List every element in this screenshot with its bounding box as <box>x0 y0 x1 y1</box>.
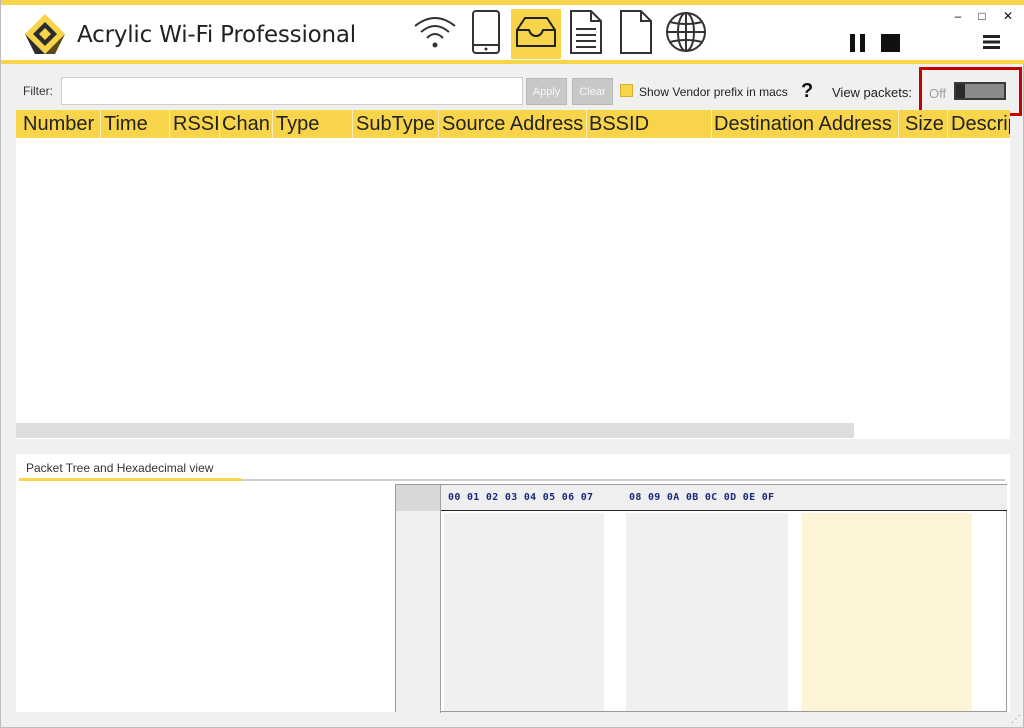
wifi-icon <box>411 12 459 57</box>
nav-wifi-networks[interactable] <box>410 9 460 59</box>
minimize-icon: – <box>954 9 962 23</box>
hex-header-bytes-8-f: 08 09 0A 0B 0C 0D 0E 0F <box>629 492 775 503</box>
highlight-box <box>919 67 1022 116</box>
close-icon: ✕ <box>1002 9 1014 23</box>
col-size[interactable]: Size <box>905 110 949 138</box>
app-title: Acrylic Wi-Fi Professional <box>77 22 356 48</box>
view-packets-label: View packets: <box>832 85 912 100</box>
clear-button[interactable]: Clear <box>572 78 613 105</box>
filter-input[interactable] <box>61 77 523 105</box>
document-lines-icon <box>569 9 603 60</box>
nav-report[interactable] <box>561 9 611 59</box>
nav-internet[interactable] <box>661 9 711 59</box>
accent-stripe-bottom <box>1 60 1024 64</box>
acrylic-logo-icon <box>23 12 67 56</box>
col-source-address[interactable]: Source Address <box>442 110 587 138</box>
nav-mobile[interactable] <box>461 9 511 59</box>
hamburger-menu-icon <box>983 35 1000 53</box>
table-header: Number Time RSSI Chan Type SubType Sourc… <box>16 110 1010 138</box>
pause-button[interactable] <box>849 34 867 52</box>
stop-button[interactable] <box>881 34 900 52</box>
vendor-prefix-label: Show Vendor prefix in macs <box>639 85 788 99</box>
col-rssi[interactable]: RSSI <box>173 110 219 138</box>
col-bssid[interactable]: BSSID <box>589 110 709 138</box>
hex-view[interactable]: 00 01 02 03 04 05 06 07 08 09 0A 0B 0C 0… <box>395 484 1007 713</box>
pause-icon <box>849 34 867 56</box>
filter-label: Filter: <box>23 84 53 98</box>
nav-document[interactable] <box>611 9 661 59</box>
col-subtype[interactable]: SubType <box>356 110 438 138</box>
tab-active-indicator <box>19 478 241 481</box>
stop-icon <box>881 34 900 56</box>
resize-grip-icon[interactable]: ⋰ <box>1011 714 1021 725</box>
packet-tree-view[interactable] <box>19 486 391 710</box>
maximize-button[interactable]: □ <box>973 8 991 24</box>
col-number[interactable]: Number <box>23 110 101 138</box>
close-button[interactable]: ✕ <box>999 8 1017 24</box>
inbox-tray-icon <box>515 16 557 53</box>
hex-offset-header <box>396 485 441 511</box>
col-type[interactable]: Type <box>276 110 352 138</box>
app-window: Acrylic Wi-Fi Professional – □ ✕ Filter:… <box>0 0 1024 728</box>
vendor-prefix-checkbox[interactable] <box>620 84 633 97</box>
menu-button[interactable] <box>983 35 1000 49</box>
col-time[interactable]: Time <box>104 110 168 138</box>
hex-bytes-block-2 <box>626 513 788 711</box>
hex-ascii-block <box>802 513 972 711</box>
packets-table-body <box>16 138 1010 439</box>
hex-bytes-block-1 <box>444 513 604 711</box>
globe-icon <box>665 11 707 58</box>
apply-button[interactable]: Apply <box>526 78 567 105</box>
phone-icon <box>471 9 501 60</box>
table-horizontal-scrollbar[interactable] <box>16 423 854 438</box>
minimize-button[interactable]: – <box>949 8 967 24</box>
col-description[interactable]: Descrip <box>951 110 1010 138</box>
nav-packets[interactable] <box>511 9 561 59</box>
help-icon[interactable]: ? <box>801 80 813 103</box>
maximize-icon: □ <box>978 9 986 23</box>
hex-header-bytes-0-7: 00 01 02 03 04 05 06 07 <box>448 492 594 503</box>
col-destination-address[interactable]: Destination Address <box>714 110 898 138</box>
document-icon <box>619 9 653 60</box>
tab-divider <box>241 479 1005 481</box>
col-chan[interactable]: Chan <box>222 110 272 138</box>
hex-offset-column <box>396 511 441 713</box>
tab-packet-tree-hex[interactable]: Packet Tree and Hexadecimal view <box>26 461 213 475</box>
